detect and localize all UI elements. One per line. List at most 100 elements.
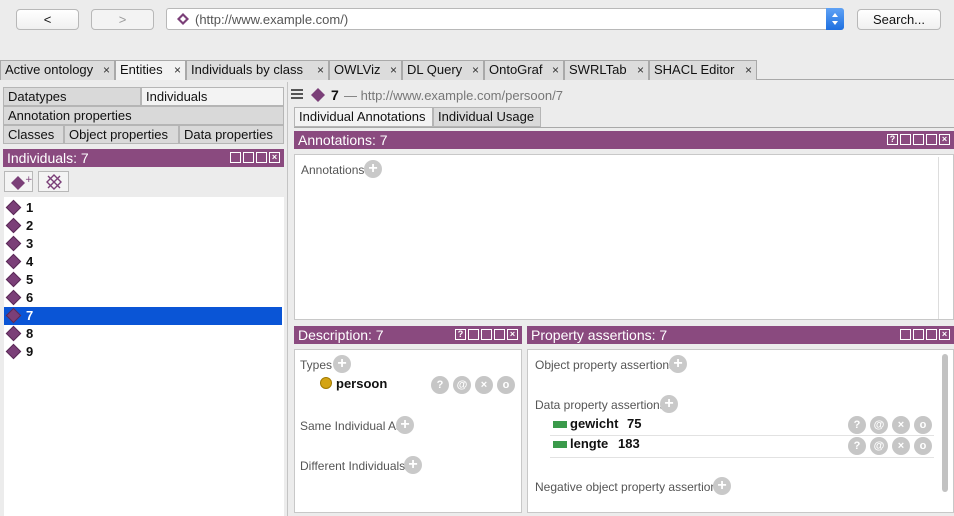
svg-text:+: + xyxy=(25,175,32,185)
class-icon xyxy=(320,377,332,389)
minimize-icon[interactable] xyxy=(243,152,254,163)
view-menu-icon[interactable] xyxy=(291,88,303,103)
split-view-icon[interactable] xyxy=(230,152,241,163)
close-icon[interactable]: × xyxy=(637,61,644,79)
add-data-property-button[interactable]: + xyxy=(660,395,678,413)
list-item[interactable]: 1 xyxy=(4,199,282,217)
list-item[interactable]: 8 xyxy=(4,325,282,343)
negative-object-property-label: Negative object property assertions xyxy=(535,480,724,494)
different-individuals-label: Different Individuals xyxy=(300,459,406,473)
individual-icon xyxy=(5,325,22,342)
close-icon[interactable]: × xyxy=(745,61,752,79)
annotate-icon[interactable]: @ xyxy=(453,376,471,394)
minimize-icon[interactable] xyxy=(913,134,924,145)
forward-button[interactable]: > xyxy=(91,9,154,30)
individual-icon xyxy=(5,235,22,252)
delete-icon[interactable]: × xyxy=(892,437,910,455)
data-prop-name[interactable]: lengte xyxy=(570,436,608,451)
help-icon[interactable]: ? xyxy=(431,376,449,394)
close-view-icon[interactable]: × xyxy=(269,152,280,163)
list-item[interactable]: 4 xyxy=(4,253,282,271)
data-prop-value[interactable]: 75 xyxy=(627,416,641,431)
close-view-icon[interactable]: × xyxy=(939,134,950,145)
close-icon[interactable]: × xyxy=(552,61,559,79)
maximize-icon[interactable] xyxy=(494,329,505,340)
minimize-icon[interactable] xyxy=(913,329,924,340)
edit-icon[interactable]: o xyxy=(914,416,932,434)
type-value[interactable]: persoon xyxy=(336,376,387,391)
tab-active-ontology[interactable]: Active ontology × xyxy=(0,60,115,80)
back-button[interactable]: < xyxy=(16,9,79,30)
close-view-icon[interactable]: × xyxy=(939,329,950,340)
annotations-panel: Annotations + xyxy=(294,154,954,320)
annotate-icon[interactable]: @ xyxy=(870,437,888,455)
data-prop-value[interactable]: 183 xyxy=(618,436,640,451)
split-view-icon[interactable] xyxy=(900,329,911,340)
tab-ontograf[interactable]: OntoGraf × xyxy=(484,60,564,80)
url-dropdown-button[interactable] xyxy=(826,8,844,30)
tab-individual-usage[interactable]: Individual Usage xyxy=(433,107,541,127)
description-header: Description: 7 ? × xyxy=(294,326,522,344)
subtab-classes[interactable]: Classes xyxy=(3,125,64,144)
tab-swrltab[interactable]: SWRLTab × xyxy=(564,60,649,80)
close-icon[interactable]: × xyxy=(103,61,110,79)
individuals-header: Individuals: 7 × xyxy=(3,149,284,167)
property-assertions-panel: Object property assertions + Data proper… xyxy=(527,349,954,513)
subtab-object-properties[interactable]: Object properties xyxy=(64,125,179,144)
add-type-button[interactable]: + xyxy=(333,355,351,373)
list-item[interactable]: 6 xyxy=(4,289,282,307)
tab-dl-query[interactable]: DL Query × xyxy=(402,60,484,80)
help-icon[interactable]: ? xyxy=(848,416,866,434)
add-same-individual-button[interactable]: + xyxy=(396,416,414,434)
data-prop-name[interactable]: gewicht xyxy=(570,416,618,431)
edit-icon[interactable]: o xyxy=(914,437,932,455)
edit-icon[interactable]: o xyxy=(497,376,515,394)
help-icon[interactable]: ? xyxy=(887,134,898,145)
close-icon[interactable]: × xyxy=(317,61,324,79)
add-negative-object-property-button[interactable]: + xyxy=(713,477,731,495)
types-label: Types xyxy=(300,358,333,372)
tab-individuals-by-class[interactable]: Individuals by class × xyxy=(186,60,329,80)
subtab-annotation-properties[interactable]: Annotation properties xyxy=(3,106,284,125)
add-different-individual-button[interactable]: + xyxy=(404,456,422,474)
close-icon[interactable]: × xyxy=(390,61,397,79)
tab-shacl-editor[interactable]: SHACL Editor × xyxy=(649,60,757,80)
individual-icon xyxy=(5,253,22,270)
split-divider[interactable] xyxy=(287,82,288,516)
scrollbar-track[interactable] xyxy=(938,157,939,319)
add-annotation-button[interactable]: + xyxy=(364,160,382,178)
split-view-icon[interactable] xyxy=(900,134,911,145)
delete-icon[interactable]: × xyxy=(892,416,910,434)
tab-entities[interactable]: Entities × xyxy=(115,60,186,80)
subtab-datatypes[interactable]: Datatypes xyxy=(3,87,141,106)
add-individual-button[interactable]: + xyxy=(4,171,33,192)
annotate-icon[interactable]: @ xyxy=(870,416,888,434)
maximize-icon[interactable] xyxy=(926,329,937,340)
split-view-icon[interactable] xyxy=(468,329,479,340)
minimize-icon[interactable] xyxy=(481,329,492,340)
list-item[interactable]: 2 xyxy=(4,217,282,235)
list-item[interactable]: 5 xyxy=(4,271,282,289)
close-icon[interactable]: × xyxy=(174,61,181,79)
individuals-list: 1 2 3 4 5 6 7 8 9 xyxy=(4,197,284,516)
tab-owlviz[interactable]: OWLViz × xyxy=(329,60,402,80)
search-button[interactable]: Search... xyxy=(857,9,941,30)
url-input[interactable]: (http://www.example.com/) xyxy=(166,8,844,30)
close-icon[interactable]: × xyxy=(472,61,479,79)
list-item-selected[interactable]: 7 xyxy=(4,307,282,325)
list-item[interactable]: 9 xyxy=(4,343,282,361)
subtab-data-properties[interactable]: Data properties xyxy=(179,125,284,144)
subtab-individuals[interactable]: Individuals xyxy=(141,87,284,106)
list-item[interactable]: 3 xyxy=(4,235,282,253)
help-icon[interactable]: ? xyxy=(848,437,866,455)
maximize-icon[interactable] xyxy=(256,152,267,163)
scrollbar-thumb[interactable] xyxy=(942,354,948,492)
help-icon[interactable]: ? xyxy=(455,329,466,340)
delete-individual-button[interactable] xyxy=(38,171,69,192)
delete-icon[interactable]: × xyxy=(475,376,493,394)
maximize-icon[interactable] xyxy=(926,134,937,145)
tab-individual-annotations[interactable]: Individual Annotations xyxy=(294,107,433,127)
add-object-property-button[interactable]: + xyxy=(669,355,687,373)
close-view-icon[interactable]: × xyxy=(507,329,518,340)
breadcrumb-name: 7 xyxy=(331,87,339,103)
